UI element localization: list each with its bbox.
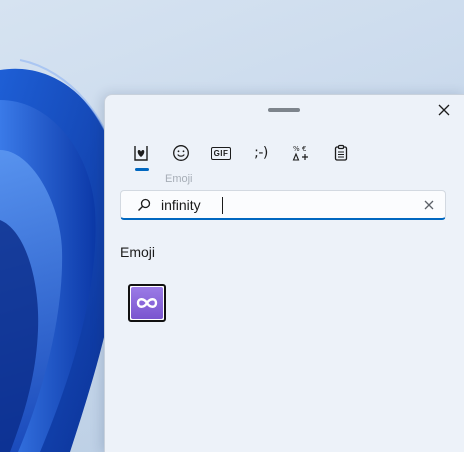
- search-input[interactable]: [161, 194, 411, 216]
- close-icon: [438, 104, 450, 116]
- tab-kaomoji[interactable]: ;-): [241, 139, 281, 167]
- drag-handle-icon[interactable]: [268, 108, 300, 112]
- close-button[interactable]: [433, 99, 455, 121]
- category-tabs: GIF ;-) % €: [121, 139, 361, 171]
- desktop: GIF ;-) % € Emoji infinity Emoji: [0, 0, 464, 452]
- infinity-emoji-icon: [131, 287, 163, 319]
- tab-clipboard[interactable]: [321, 139, 361, 167]
- tab-symbols[interactable]: % €: [281, 139, 321, 167]
- gif-icon: GIF: [210, 146, 232, 160]
- tab-tooltip: Emoji: [165, 173, 193, 185]
- emoji-panel: GIF ;-) % € Emoji infinity Emoji: [104, 94, 464, 452]
- svg-text:%: %: [293, 145, 300, 153]
- emoji-result-infinity[interactable]: [128, 284, 166, 322]
- search-icon: [138, 198, 151, 211]
- clipboard-history-icon: [334, 144, 348, 161]
- tab-emoji[interactable]: [161, 139, 201, 167]
- search-box[interactable]: [120, 190, 446, 220]
- heart-clipboard-icon: [134, 146, 148, 161]
- smiley-icon: [173, 145, 189, 161]
- tab-recent[interactable]: [121, 139, 161, 171]
- text-caret: [222, 197, 223, 214]
- results-section-label: Emoji: [120, 244, 156, 260]
- clear-search-button[interactable]: [421, 197, 437, 213]
- clear-icon: [424, 200, 434, 210]
- tab-gif[interactable]: GIF: [201, 139, 241, 167]
- tab-selected-indicator: [135, 168, 149, 171]
- svg-text:€: €: [302, 145, 306, 153]
- symbols-icon: % €: [292, 145, 308, 161]
- kaomoji-icon: ;-): [254, 145, 268, 161]
